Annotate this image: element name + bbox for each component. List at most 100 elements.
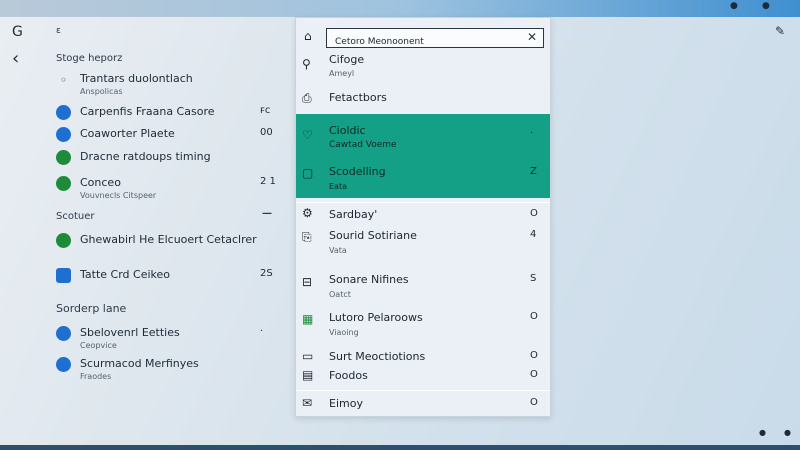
list-item-sublabel: Viaoing [329, 328, 359, 337]
divider [296, 202, 550, 203]
list-item-sublabel: Ameyl [329, 69, 355, 78]
blue-circle-icon [56, 127, 71, 142]
search-input[interactable] [327, 33, 507, 51]
list-item[interactable]: ▤ Foodos O [296, 368, 550, 386]
nav-item-label: Dracne ratdoups timing [80, 150, 211, 163]
close-icon[interactable]: ✕ [527, 30, 537, 44]
blue-circle-icon [56, 357, 71, 372]
list-item-label: Cioldic [329, 124, 366, 137]
list-item-value: S [530, 273, 537, 284]
nav-item-label: Scurmacod Merfinyes [80, 357, 199, 370]
list-item-label: Sardbay' [329, 208, 378, 221]
list-item-sublabel: Eata [329, 182, 347, 191]
section-title-sorderp: Sorderp lane [56, 302, 127, 315]
list-item-sublabel: Oatct [329, 290, 351, 299]
list-item[interactable]: ⎙ Fetactbors [296, 88, 550, 114]
list-item[interactable]: ⎘ Sourid Sotiriane Vata 4 [296, 227, 550, 263]
nav-item-sublabel: Fraodes [80, 372, 112, 381]
nav-item[interactable]: Conceo Vouvnecls Citspeer 2 1 [56, 174, 276, 204]
edit-icon[interactable]: ✎ [775, 24, 785, 38]
nav-item-sublabel: Vouvnecls Citspeer [80, 191, 157, 200]
green-circle-icon [56, 233, 71, 248]
blue-square-icon [56, 268, 71, 283]
settings-icon: ⚙ [302, 206, 313, 220]
list-item-value: 4 [530, 229, 537, 240]
list-item-selected[interactable]: ▢ Scodelling Eata Z [296, 162, 550, 196]
blue-circle-icon [56, 326, 71, 341]
tray-dot-icon[interactable]: ● [730, 1, 738, 11]
heart-icon: ♡ [302, 128, 313, 142]
nav-item-value: 00 [260, 127, 273, 138]
list-item-label: Sourid Sotiriane [329, 229, 417, 242]
nav-item-value: 2S [260, 268, 273, 279]
square-icon: ▢ [302, 166, 314, 180]
nav-item[interactable]: Scurmacod Merfinyes Fraodes [56, 355, 276, 385]
nav-item[interactable]: Sbelovenrl Eetties Ceopvice · [56, 324, 276, 354]
app-logo-icon[interactable]: G [12, 24, 23, 40]
nav-item-label: Conceo [80, 176, 121, 189]
blue-circle-icon [56, 105, 71, 120]
nav-item-label: Ghewabirl He Elcuoert Cetaclrer [80, 233, 257, 246]
nav-item-value: · [260, 326, 264, 337]
search-box[interactable]: ✕ [326, 28, 544, 51]
list-item-value: O [530, 350, 538, 361]
list-item-label: Sonare Nifines [329, 273, 409, 286]
list-item[interactable]: ▭ Surt Meoctiotions O [296, 349, 550, 367]
nav-item[interactable]: ◦ Trantars duolontlach Anspolicas [56, 70, 276, 100]
pin-icon: ⚲ [302, 57, 311, 71]
list-item-label: Eimoy [329, 397, 363, 410]
list-item-label: Lutoro Pelaroows [329, 311, 423, 324]
nav-item-value: ꜰc [260, 105, 271, 116]
nav-item-label: Tatte Crd Ceikeo [80, 268, 170, 281]
highlighted-group: ♡ Cioldic Cawtad Voeme · ▢ Scodelling Ea… [296, 114, 550, 198]
list-item-value: O [530, 369, 538, 380]
list-item-value: Z [530, 166, 537, 177]
tray-dot-icon[interactable]: ● [759, 428, 766, 437]
nav-item-label: Trantars duolontlach [80, 72, 193, 85]
green-circle-icon [56, 150, 71, 165]
screen-icon: ▭ [302, 349, 314, 363]
section-title-scotuer: Scotuer [56, 211, 95, 222]
section-title-storage: Stoge heporz [56, 53, 123, 64]
nav-item-label: Sbelovenrl Eetties [80, 326, 180, 339]
tray-dot-icon[interactable]: ● [784, 428, 791, 437]
mail-icon: ✉ [302, 396, 313, 410]
nav-item-label: Coaworter Plaete [80, 127, 175, 140]
list-item-selected[interactable]: ♡ Cioldic Cawtad Voeme · [296, 122, 550, 156]
window-titlebar: ● ● [0, 0, 800, 17]
list-item-label: Fetactbors [329, 91, 387, 104]
list-item-value: · [530, 128, 534, 139]
nav-item-sublabel: Anspolicas [80, 87, 123, 96]
list-item-value: O [530, 397, 538, 408]
list-item[interactable]: ✉ Eimoy O [296, 396, 550, 414]
list-item-sublabel: Vata [329, 246, 347, 255]
tray-dot-icon[interactable]: ● [762, 1, 770, 11]
list-item-label: Cifoge [329, 53, 365, 66]
list-item-label: Scodelling [329, 165, 386, 178]
section-value: — [262, 208, 272, 219]
list-item-label: Surt Meoctiotions [329, 350, 426, 363]
bag-icon: ⎙ [302, 91, 312, 105]
document-icon: ⊟ [302, 275, 313, 289]
list-item-sublabel: Cawtad Voeme [329, 140, 397, 150]
dropdown-panel: ⌂ ✕ ⚲ Cifoge Ameyl ⎙ Fetactbors ♡ Cioldi… [295, 17, 551, 417]
box-icon: ▤ [302, 368, 314, 382]
list-item-value: O [530, 311, 538, 322]
divider [296, 390, 550, 391]
taskbar [0, 445, 800, 450]
nav-item[interactable]: Ghewabirl He Elcuoert Cetaclrer [56, 231, 276, 261]
green-square-icon: ▦ [302, 312, 314, 326]
back-icon[interactable]: ‹ [12, 48, 19, 69]
home-icon[interactable]: ⌂ [304, 29, 312, 43]
list-item[interactable]: ⚲ Cifoge Ameyl [296, 51, 550, 87]
list-item[interactable]: ▦ Lutoro Pelaroows Viaoing O [296, 310, 550, 344]
list-item[interactable]: ⊟ Sonare Nifines Oatct S [296, 271, 550, 305]
nav-item-label: Carpenfis Fraana Casore [80, 105, 215, 118]
list-item-value: O [530, 208, 538, 219]
nav-item-value: 2 1 [260, 176, 276, 187]
list-item[interactable]: ⚙ Sardbay' O [296, 206, 550, 226]
green-circle-icon [56, 176, 71, 191]
nav-item-sublabel: Ceopvice [80, 341, 117, 350]
nav-item[interactable]: Tatte Crd Ceikeo 2S [56, 266, 276, 296]
file-icon: ⎘ [302, 230, 312, 244]
